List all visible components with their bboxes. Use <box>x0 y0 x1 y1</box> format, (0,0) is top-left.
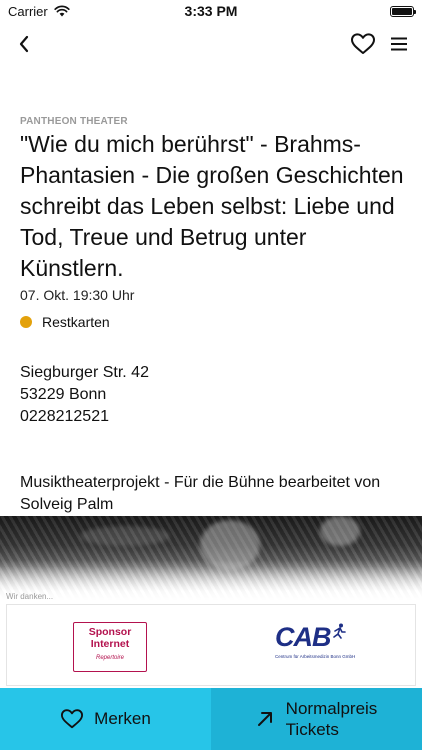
status-bar: Carrier 3:33 PM <box>0 0 422 22</box>
favorite-button[interactable] <box>348 30 378 58</box>
status-left: Carrier <box>8 4 70 19</box>
event-description: Musiktheaterprojekt - Für die Bühne bear… <box>20 474 381 513</box>
sponsor-logo-line3: Repertoire <box>95 655 124 661</box>
heart-icon <box>351 33 375 54</box>
carrier-label: Carrier <box>8 3 48 19</box>
wifi-icon <box>54 5 70 17</box>
address-city: 53229 Bonn <box>20 386 107 403</box>
sponsors-heading: Wir danken... <box>6 592 54 601</box>
cab-logo-name: CAB <box>275 623 355 651</box>
arrow-up-right-icon <box>257 712 272 726</box>
venue-address: Siegburger Str. 42 53229 Bonn 0228212521 <box>20 362 410 428</box>
runner-icon <box>332 623 346 639</box>
phone-number[interactable]: 0228212521 <box>20 406 410 428</box>
sponsor-logo-line1: Sponsor <box>88 626 132 638</box>
cab-subtitle: Centrum für Arbeitsmedizin Bonn GmbH <box>275 654 356 659</box>
availability-status: Restkarten <box>20 314 410 330</box>
merken-button[interactable]: Merken <box>0 688 211 750</box>
tickets-label-line1: Normalpreis <box>285 699 378 718</box>
chevron-left-icon <box>19 35 29 53</box>
venue-label: PANTHEON THEATER <box>20 116 128 127</box>
hamburger-icon <box>391 37 407 51</box>
tickets-button[interactable]: Normalpreis Tickets <box>211 688 422 750</box>
cab-name: CAB <box>275 622 331 652</box>
event-title: "Wie du mich berührst" - Brahms-Phantasi… <box>20 131 404 281</box>
nav-bar <box>0 24 422 64</box>
back-button[interactable] <box>10 30 38 58</box>
sponsor-internet-logo[interactable]: Sponsor Internet Repertoire <box>73 622 147 672</box>
address-street: Siegburger Str. 42 <box>20 364 149 381</box>
sponsors-box: Sponsor Internet Repertoire CAB Centrum … <box>6 604 416 686</box>
menu-button[interactable] <box>386 30 412 58</box>
event-content: PANTHEON THEATER "Wie du mich berührst" … <box>20 116 410 428</box>
tickets-label: Normalpreis Tickets <box>286 698 378 740</box>
availability-label: Restkarten <box>42 314 110 330</box>
cab-logo[interactable]: CAB Centrum für Arbeitsmedizin Bonn GmbH <box>275 623 355 669</box>
battery-icon <box>390 5 416 17</box>
tickets-label-line2: Tickets <box>285 720 339 739</box>
event-date: 07. Okt. 19:30 Uhr <box>20 287 135 303</box>
merken-label: Merken <box>94 709 151 728</box>
event-image <box>0 516 422 600</box>
heart-icon <box>61 709 84 729</box>
sponsor-logo-line2: Internet <box>90 638 130 650</box>
availability-dot <box>20 316 32 328</box>
bottom-action-bar: Merken Normalpreis Tickets <box>0 688 422 750</box>
